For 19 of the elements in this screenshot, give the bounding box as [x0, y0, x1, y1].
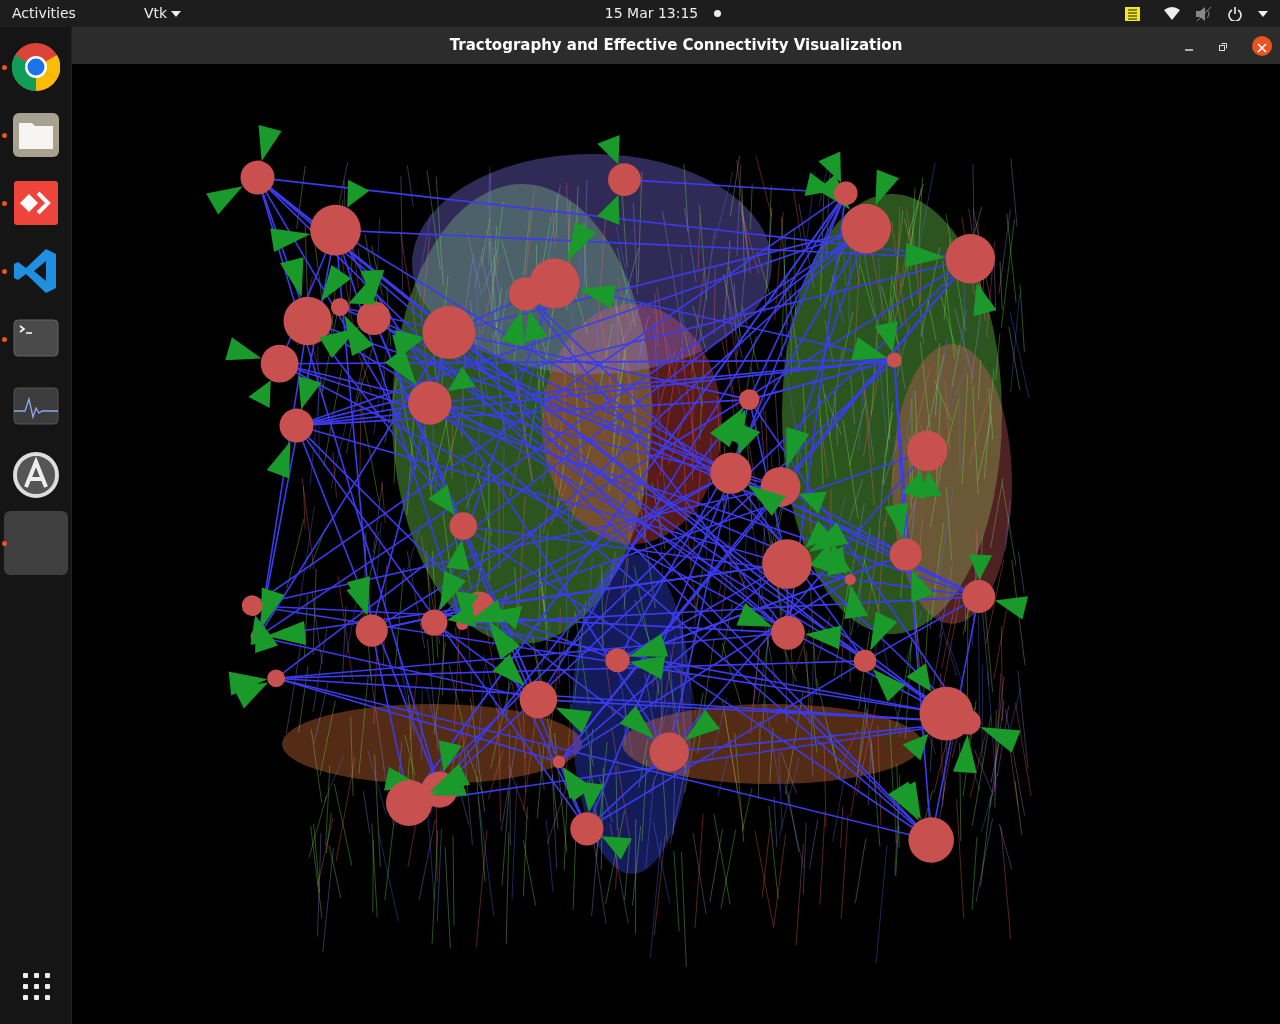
activities-button[interactable]: Activities: [8, 3, 80, 24]
wifi-icon[interactable]: [1164, 7, 1180, 20]
notification-dot-icon: [714, 10, 722, 17]
chrome-icon: [11, 43, 60, 91]
caret-icon[interactable]: [1258, 10, 1268, 17]
clock[interactable]: 15 Mar 13:15: [604, 3, 699, 24]
speaker-muted-icon[interactable]: [1196, 6, 1212, 21]
close-button[interactable]: [1252, 36, 1272, 57]
close-icon: [1257, 42, 1267, 53]
diamond-chevron-icon: [11, 179, 60, 227]
power-icon[interactable]: [1228, 6, 1242, 21]
minimize-icon: [1184, 49, 1194, 52]
letter-a-circle-icon: [11, 451, 60, 499]
app-menu[interactable]: Vtk: [127, 3, 182, 24]
maximize-icon: [1218, 41, 1228, 52]
caret-icon: [171, 10, 182, 17]
window-title: Tractography and Effective Connectivity Visualization: [449, 35, 903, 57]
notes-icon[interactable]: [1125, 6, 1140, 21]
folder-icon: [11, 111, 60, 159]
